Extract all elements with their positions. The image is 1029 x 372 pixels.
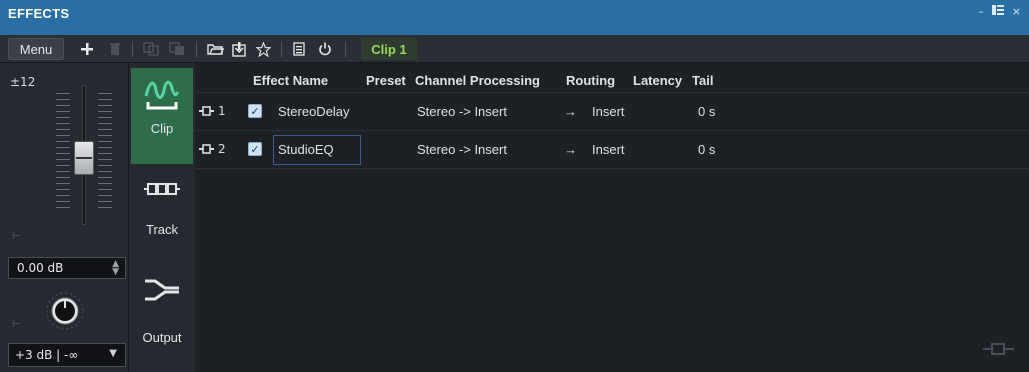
table-row[interactable]: 2 ✓ StudioEQ Stereo -> Insert → Insert 0… [195,131,1029,169]
mode-track[interactable]: Track [131,181,193,237]
toolbar-divider [132,41,133,57]
header-latency[interactable]: Latency [633,73,682,88]
fader-scale-right [98,93,112,213]
gain-value-field[interactable]: 0.00 dB ▲ ▼ [8,257,126,279]
effect-enabled-checkbox[interactable]: ✓ [248,142,262,156]
output-icon [143,275,181,308]
waveform-icon [142,78,182,115]
row-index-number: 2 [218,142,226,156]
toolbar-divider [345,41,346,57]
gain-value: 0.00 dB [17,261,64,275]
tail-cell: 0 s [698,142,716,157]
layout-icon[interactable] [991,5,1004,18]
header-preset[interactable]: Preset [366,73,406,88]
channel-processing-cell[interactable]: Stereo -> Insert [417,104,507,119]
list-icon[interactable] [288,38,310,60]
mode-output-label: Output [142,330,182,345]
minimize-icon[interactable]: – [978,5,984,18]
spin-arrows-icon[interactable]: ▲ ▼ [112,260,119,277]
channel-processing-cell[interactable]: Stereo -> Insert [417,142,507,157]
effects-table: Effect Name Preset Channel Processing Ro… [195,63,1029,372]
header-tail[interactable]: Tail [692,73,713,88]
gain-panel: ±12 ⊢ 0.00 dB ▲ ▼ ⊢ +3 dB | -∞ ▼ [0,63,129,372]
effect-name-cell[interactable]: StudioEQ [278,142,334,157]
window-title: EFFECTS [8,6,70,21]
menu-button[interactable]: Menu [8,38,64,60]
power-icon[interactable] [314,38,336,60]
header-channel-processing[interactable]: Channel Processing [415,73,540,88]
plugin-connector-icon [983,342,1015,356]
fader-scale-left [56,93,70,213]
mode-clip-label: Clip [150,121,174,136]
tail-cell: 0 s [698,104,716,119]
add-icon[interactable] [76,38,98,60]
gain-fader-handle[interactable] [74,141,94,175]
save-icon[interactable] [228,38,250,60]
header-routing[interactable]: Routing [566,73,615,88]
mode-track-label: Track [145,222,179,237]
toolbar: Menu Clip 1 [0,35,1029,63]
context-clip-label: Clip 1 [361,38,417,60]
table-row[interactable]: 1 ✓ StereoDelay Stereo -> Insert → Inser… [195,93,1029,131]
routing-arrow-icon: → [564,142,577,157]
favorites-star-icon[interactable] [252,38,274,60]
window-controls: – × [978,5,1021,18]
routing-cell[interactable]: Insert [592,104,625,119]
routing-cell[interactable]: Insert [592,142,625,157]
mode-clip[interactable]: Clip [131,68,193,164]
mix-value: +3 dB | -∞ [15,348,79,362]
delete-icon[interactable] [104,38,126,60]
mix-value-dropdown[interactable]: +3 dB | -∞ ▼ [8,343,126,367]
gain-range-label: ±12 [10,75,36,89]
mode-output[interactable]: Output [131,275,193,345]
effect-enabled-checkbox[interactable]: ✓ [248,104,262,118]
row-index: 1 [199,104,226,118]
row-index-number: 1 [218,104,226,118]
toolbar-divider [196,41,197,57]
paste-icon[interactable] [166,38,188,60]
dropdown-arrow-icon: ▼ [109,348,117,359]
toolbar-divider [281,41,282,57]
plugin-slot-icon [199,106,214,116]
copy-icon[interactable] [140,38,162,60]
row-index: 2 [199,142,226,156]
open-folder-icon[interactable] [204,38,226,60]
track-chain-icon [143,181,181,200]
close-icon[interactable]: × [1012,5,1021,18]
effect-name-cell[interactable]: StereoDelay [278,104,350,119]
routing-arrow-icon: → [564,104,577,119]
bracket-mark-icon: ⊢ [12,231,21,242]
header-effect-name[interactable]: Effect Name [253,73,328,88]
mix-knob[interactable] [46,292,84,330]
plugin-slot-icon [199,144,214,154]
bracket-mark-icon: ⊢ [12,319,21,330]
title-bar: EFFECTS – × [0,0,1029,35]
mode-sidebar: Clip Track Output [129,63,195,372]
